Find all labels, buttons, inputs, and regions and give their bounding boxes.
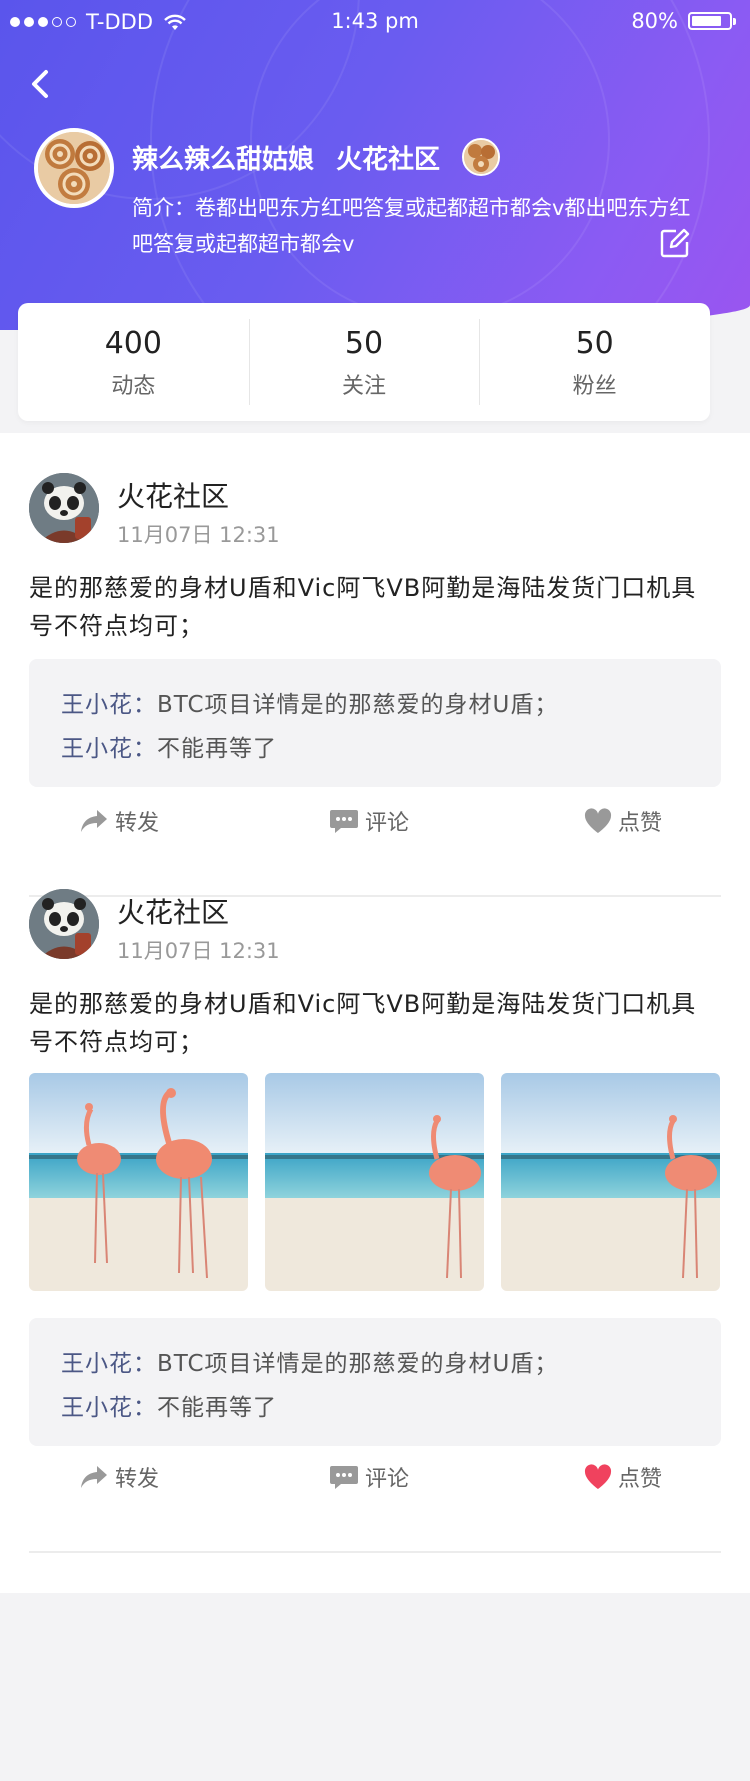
comment-user[interactable]: 王小花： — [61, 1351, 157, 1377]
comment-button[interactable]: 评论 — [329, 805, 409, 837]
battery-icon — [688, 12, 736, 30]
stat-value: 50 — [575, 326, 614, 361]
comment-bubble-icon — [330, 810, 358, 833]
stat-label: 粉丝 — [572, 374, 617, 399]
comment-item: 王小花：BTC项目详情是的那慈爱的身材U盾； — [61, 1342, 721, 1386]
post-divider — [29, 1551, 721, 1553]
status-bar: T-DDD 1:43 pm 80% — [0, 0, 750, 42]
comment-text: BTC项目详情是的那慈爱的身材U盾； — [157, 1351, 559, 1377]
profile-avatar[interactable] — [34, 128, 114, 208]
comment-text: 不能再等了 — [157, 736, 277, 762]
comment-button[interactable]: 评论 — [329, 1461, 409, 1493]
post-card: 火花社区 11月07日 12:31 是的那慈爱的身材U盾和Vic阿飞VB阿勤是海… — [29, 889, 721, 1589]
profile-name-row: 辣么辣么甜姑娘 火花社区 — [132, 138, 501, 176]
comment-box: 王小花：BTC项目详情是的那慈爱的身材U盾； 王小花：不能再等了 — [29, 659, 721, 787]
flamingo-photo[interactable] — [501, 1073, 720, 1291]
post-timestamp: 11月07日 12:31 — [117, 939, 280, 963]
comment-bubble-icon — [330, 1466, 358, 1489]
stat-following[interactable]: 50 关注 — [248, 303, 480, 421]
post-author-avatar[interactable] — [29, 889, 99, 959]
post-actions: 转发 评论 点赞 — [29, 805, 721, 865]
comment-item: 王小花：不能再等了 — [61, 727, 721, 771]
like-button-active[interactable]: 点赞 — [584, 1461, 662, 1493]
comment-user[interactable]: 王小花： — [61, 692, 157, 718]
post-image-grid — [29, 1073, 721, 1291]
stat-posts[interactable]: 400 动态 — [18, 303, 249, 421]
post-feed: 火花社区 11月07日 12:31 是的那慈爱的身材U盾和Vic阿飞VB阿勤是海… — [0, 433, 750, 1593]
share-arrow-icon — [81, 810, 107, 832]
stat-value: 50 — [344, 326, 384, 361]
share-arrow-icon — [81, 1466, 107, 1488]
profile-name: 辣么辣么甜姑娘 — [132, 144, 315, 175]
flamingo-photo[interactable] — [265, 1073, 484, 1291]
heart-filled-icon — [584, 1464, 612, 1489]
edit-icon[interactable] — [660, 228, 690, 258]
post-text: 是的那慈爱的身材U盾和Vic阿飞VB阿勤是海陆发货门口机具号不符点均可； — [29, 990, 697, 1056]
flamingo-photo[interactable] — [29, 1073, 248, 1291]
stats-card: 400 动态 50 关注 50 粉丝 — [18, 303, 710, 421]
post-author-name[interactable]: 火花社区 — [117, 891, 229, 931]
battery-percentage: 80% — [631, 9, 678, 33]
share-button[interactable]: 转发 — [79, 805, 159, 837]
profile-page: T-DDD 1:43 pm 80% 辣么辣么甜姑娘 火花社区 简介：卷都出吧东方… — [0, 0, 750, 1781]
back-arrow-icon[interactable] — [26, 66, 54, 102]
stat-value: 400 — [104, 326, 162, 361]
comment-item: 王小花：不能再等了 — [61, 1386, 721, 1430]
community-name: 火花社区 — [336, 144, 441, 175]
like-button[interactable]: 点赞 — [584, 805, 662, 837]
stat-label: 动态 — [111, 374, 156, 399]
comment-user[interactable]: 王小花： — [61, 1395, 157, 1421]
post-timestamp: 11月07日 12:31 — [117, 523, 280, 547]
share-button[interactable]: 转发 — [79, 1461, 159, 1493]
stat-followers[interactable]: 50 粉丝 — [479, 303, 710, 421]
profile-bio: 简介：卷都出吧东方红吧答复或起都超市都会v都出吧东方红吧答复或起都超市都会v — [132, 196, 691, 256]
post-actions: 转发 评论 点赞 — [29, 1461, 721, 1521]
comment-box: 王小花：BTC项目详情是的那慈爱的身材U盾； 王小花：不能再等了 — [29, 1318, 721, 1446]
like-label: 点赞 — [618, 811, 663, 836]
comment-text: 不能再等了 — [157, 1395, 277, 1421]
share-label: 转发 — [115, 1467, 160, 1492]
post-text: 是的那慈爱的身材U盾和Vic阿飞VB阿勤是海陆发货门口机具号不符点均可； — [29, 574, 697, 640]
stat-label: 关注 — [342, 374, 387, 399]
comment-item: 王小花：BTC项目详情是的那慈爱的身材U盾； — [61, 683, 721, 727]
comment-text: BTC项目详情是的那慈爱的身材U盾； — [157, 692, 559, 718]
share-label: 转发 — [115, 811, 160, 836]
heart-icon — [584, 808, 612, 833]
comment-user[interactable]: 王小花： — [61, 736, 157, 762]
community-badge-icon — [462, 138, 501, 176]
post-author-avatar[interactable] — [29, 473, 99, 543]
post-author-name[interactable]: 火花社区 — [117, 475, 229, 515]
comment-label: 评论 — [365, 811, 410, 836]
like-label: 点赞 — [618, 1467, 663, 1492]
comment-label: 评论 — [365, 1467, 410, 1492]
